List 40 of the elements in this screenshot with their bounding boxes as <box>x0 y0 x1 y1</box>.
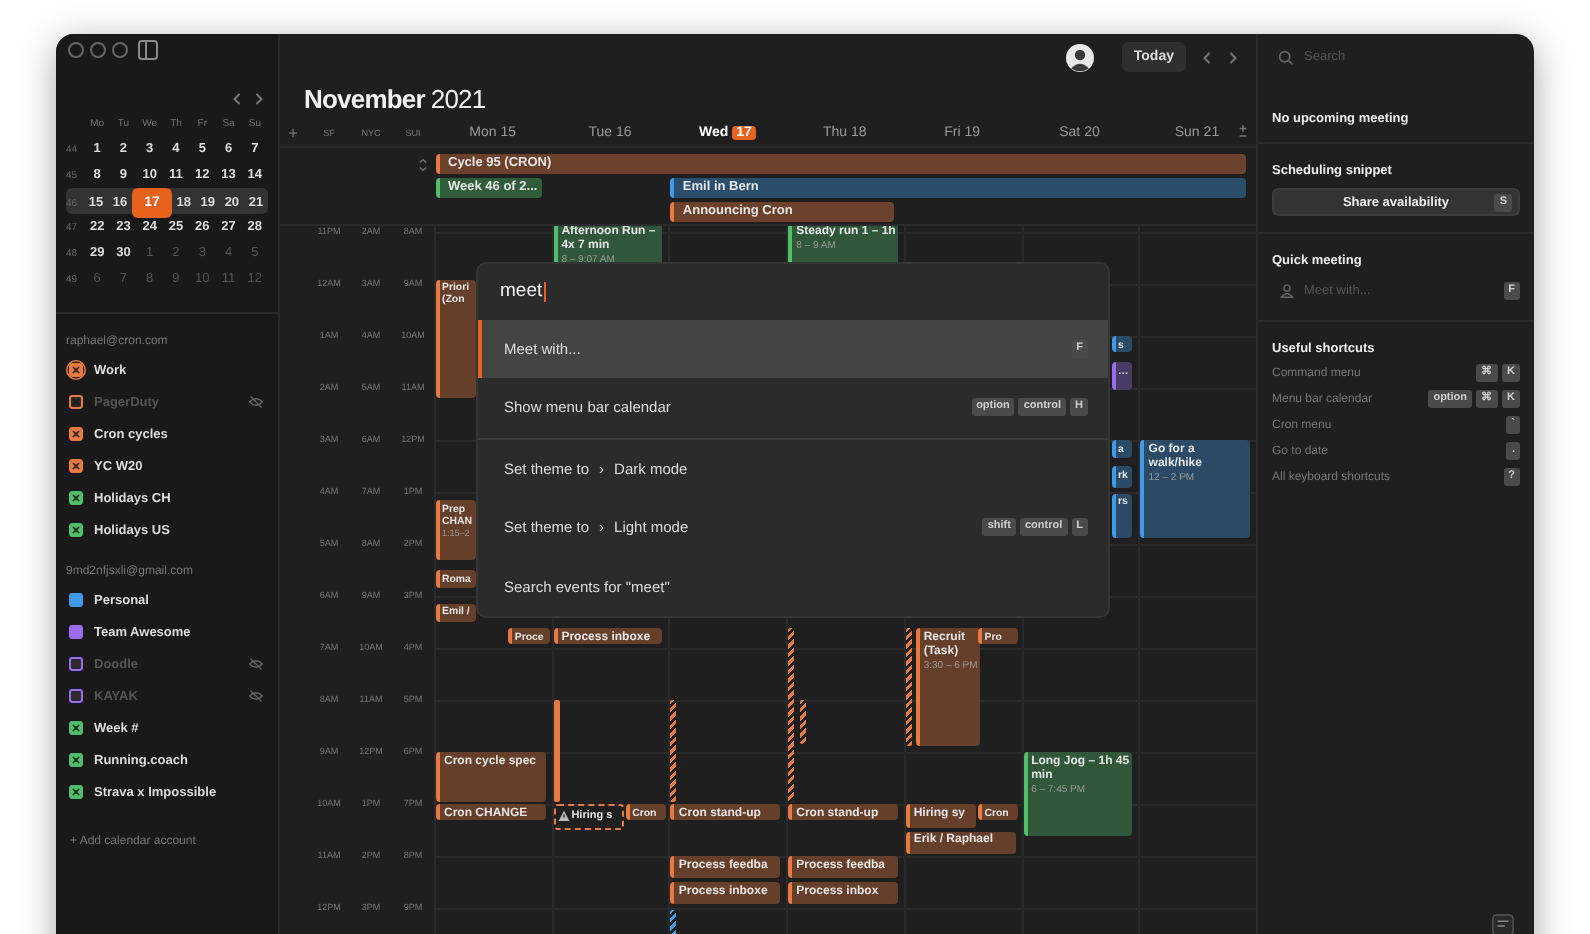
checkbox[interactable] <box>66 488 86 508</box>
next-icon[interactable] <box>1228 49 1238 65</box>
add-timezone-icon[interactable] <box>288 127 298 137</box>
previous-icon[interactable] <box>1202 49 1212 65</box>
warning-icon <box>557 810 570 823</box>
hidden-icon[interactable] <box>248 656 264 672</box>
hidden-icon[interactable] <box>248 394 264 410</box>
checkbox[interactable] <box>66 686 86 706</box>
task-bar[interactable] <box>670 909 677 934</box>
expand-icon[interactable] <box>1238 124 1248 138</box>
hidden-icon[interactable] <box>248 688 264 704</box>
sidebar-icon[interactable] <box>138 40 158 60</box>
next-icon[interactable] <box>254 92 264 106</box>
checkbox[interactable] <box>66 622 86 642</box>
checkbox[interactable] <box>66 424 86 444</box>
checkbox[interactable] <box>66 590 86 610</box>
person-icon <box>1280 284 1294 298</box>
year-title: 2021 <box>430 84 486 114</box>
collapse-icon[interactable] <box>418 158 428 172</box>
checkbox[interactable] <box>66 456 86 476</box>
task-bar[interactable] <box>905 628 912 746</box>
command-input[interactable]: meet <box>478 264 1108 319</box>
month-title: November <box>304 84 425 114</box>
previous-icon[interactable] <box>232 92 242 106</box>
input-value: meet <box>500 280 543 303</box>
text-cursor <box>544 281 547 302</box>
checkbox[interactable] <box>66 520 86 540</box>
search-icon <box>1278 49 1294 65</box>
checkbox[interactable] <box>66 392 86 412</box>
task-bar[interactable] <box>788 628 795 802</box>
avatar[interactable] <box>1065 43 1094 71</box>
task-bar[interactable] <box>670 700 677 802</box>
checkbox[interactable] <box>66 654 86 674</box>
checkbox[interactable] <box>66 782 86 802</box>
chat-icon[interactable] <box>1492 914 1514 934</box>
checkbox[interactable] <box>66 750 86 770</box>
task-bar[interactable] <box>800 700 807 744</box>
task-bar[interactable] <box>553 700 560 802</box>
checkbox[interactable] <box>66 360 86 380</box>
checkbox[interactable] <box>66 718 86 738</box>
